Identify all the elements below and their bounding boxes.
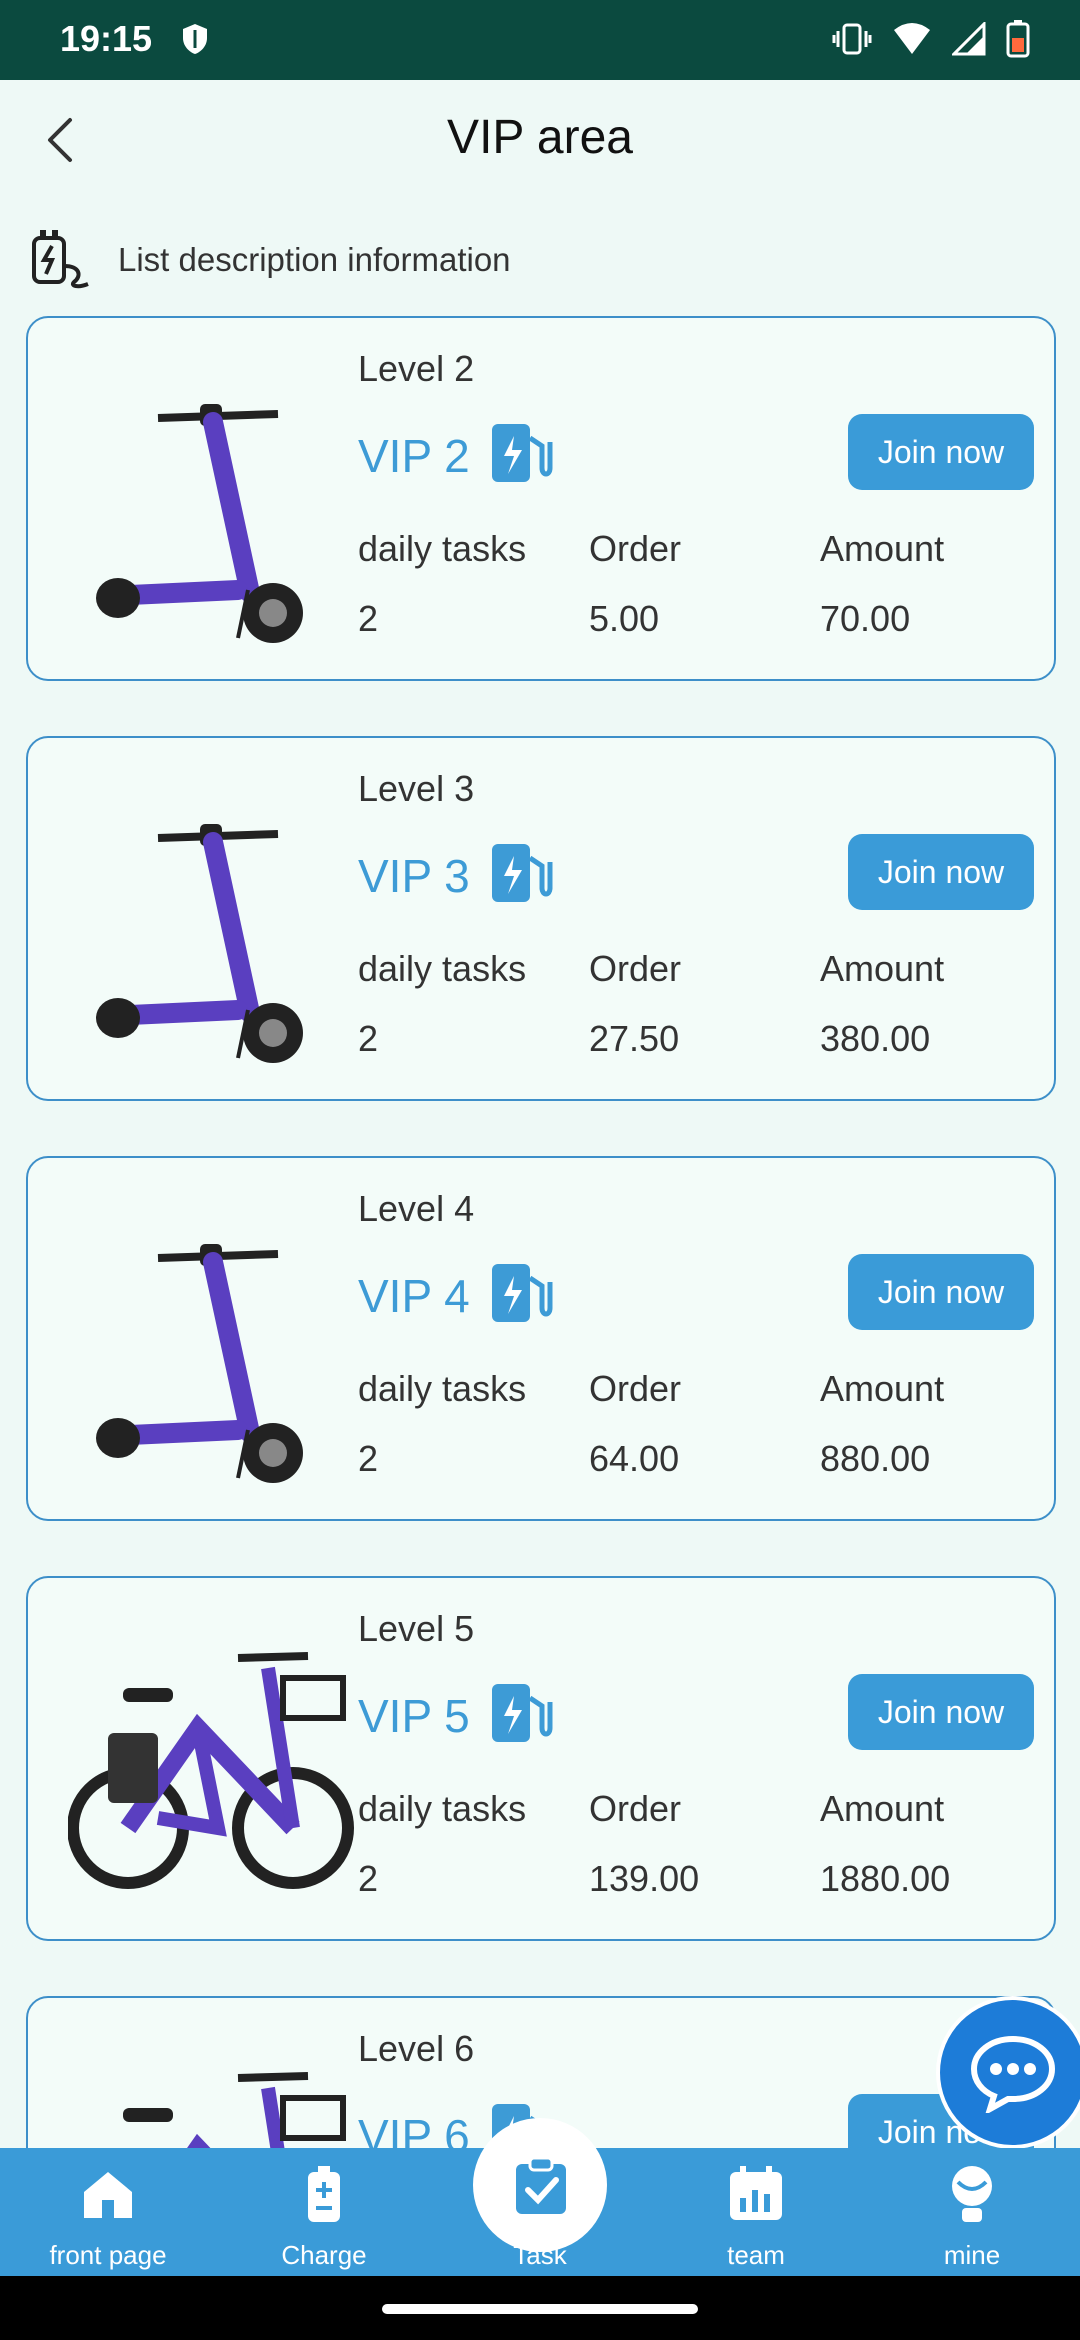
level-label: Level 3: [358, 768, 475, 809]
scooter-image: [68, 358, 368, 658]
scooter-image: [68, 778, 368, 1078]
shield-icon: [180, 22, 210, 61]
charging-station-icon: [486, 1678, 556, 1753]
nav-label: team: [727, 2240, 785, 2270]
amount-label: Amount: [820, 1368, 945, 1409]
vip-name: VIP 4: [358, 1269, 470, 1322]
order-label: Order: [589, 528, 682, 569]
charger-plug-icon: [30, 226, 94, 295]
daily-tasks-label: daily tasks: [358, 528, 527, 569]
wifi-icon: [892, 22, 932, 61]
chat-button[interactable]: [940, 2000, 1080, 2145]
order-label: Order: [589, 1788, 682, 1829]
charging-station-icon: [486, 838, 556, 913]
battery-status-icon: [1006, 20, 1030, 63]
nav-item-team[interactable]: team: [648, 2148, 864, 2276]
level-label: Level 5: [358, 1608, 475, 1649]
nav-label: front page: [49, 2240, 167, 2270]
order-label: Order: [589, 1368, 682, 1409]
amount-value: 380.00: [820, 1018, 931, 1059]
charging-station-icon: [486, 1258, 556, 1333]
daily-tasks-label: daily tasks: [358, 948, 527, 989]
daily-tasks-label: daily tasks: [358, 1368, 527, 1409]
charging-station-icon: [486, 418, 556, 493]
vip-name: VIP 5: [358, 1689, 470, 1742]
page-header: VIP area: [0, 80, 1080, 200]
order-label: Order: [589, 948, 682, 989]
status-bar: 19:15: [0, 0, 1080, 80]
vip-card: Level 2 VIP 2 Join now daily tasks Order…: [26, 316, 1056, 681]
signal-icon: [950, 20, 986, 61]
battery-icon: [308, 2166, 340, 2222]
vip-card: Level 3 VIP 3 Join now daily tasks Order…: [26, 736, 1056, 1101]
vip-row: VIP 3: [358, 838, 556, 913]
bottom-nav: front page Charge Task team mine: [0, 2118, 1080, 2276]
amount-value: 70.00: [820, 598, 911, 639]
join-now-button[interactable]: Join now: [848, 1254, 1034, 1330]
vip-row: VIP 4: [358, 1258, 556, 1333]
level-label: Level 2: [358, 348, 475, 389]
nav-item-front-page[interactable]: front page: [0, 2148, 216, 2276]
list-description-text: List description information: [118, 241, 511, 278]
amount-label: Amount: [820, 948, 945, 989]
nav-label: Charge: [281, 2240, 367, 2270]
amount-label: Amount: [820, 528, 945, 569]
team-calendar-icon: [730, 2166, 782, 2220]
daily-tasks-value: 2: [358, 1018, 379, 1059]
list-description: List description information: [30, 225, 511, 295]
nav-label: mine: [943, 2240, 1001, 2270]
vip-row: VIP 2: [358, 418, 556, 493]
vip-name: VIP 2: [358, 429, 470, 482]
nav-label: Task: [513, 2240, 567, 2270]
daily-tasks-value: 2: [358, 598, 379, 639]
scooter-image: [68, 1198, 368, 1498]
chat-bubble-icon: [970, 2035, 1055, 2113]
user-icon: [952, 2166, 992, 2222]
nav-item-charge[interactable]: Charge: [216, 2148, 432, 2276]
status-time: 19:15: [60, 18, 153, 59]
amount-value: 880.00: [820, 1438, 931, 1479]
level-label: Level 6: [358, 2028, 475, 2069]
home-gesture-pill[interactable]: [382, 2304, 698, 2314]
join-now-button[interactable]: Join now: [848, 834, 1034, 910]
ebike-image: [67, 1618, 368, 1918]
daily-tasks-value: 2: [358, 1438, 379, 1479]
order-value: 5.00: [589, 598, 660, 639]
order-value: 27.50: [589, 1018, 680, 1059]
home-icon: [84, 2172, 132, 2218]
vibrate-icon: [832, 21, 872, 62]
gesture-bar: [0, 2276, 1080, 2340]
level-label: Level 4: [358, 1188, 475, 1229]
daily-tasks-value: 2: [358, 1858, 379, 1899]
daily-tasks-label: daily tasks: [358, 1788, 527, 1829]
order-value: 139.00: [589, 1858, 700, 1899]
vip-card: Level 4 VIP 4 Join now daily tasks Order…: [26, 1156, 1056, 1521]
order-value: 64.00: [589, 1438, 680, 1479]
vip-name: VIP 3: [358, 849, 470, 902]
vip-row: VIP 5: [358, 1678, 556, 1753]
join-now-button[interactable]: Join now: [848, 414, 1034, 490]
join-now-button[interactable]: Join now: [848, 1674, 1034, 1750]
nav-item-mine[interactable]: mine: [864, 2148, 1080, 2276]
vip-card: Level 5 VIP 5 Join now daily tasks Order…: [26, 1576, 1056, 1941]
amount-value: 1880.00: [820, 1858, 951, 1899]
amount-label: Amount: [820, 1788, 945, 1829]
page-title: VIP area: [447, 111, 633, 164]
task-clipboard-icon: [516, 2156, 566, 2214]
